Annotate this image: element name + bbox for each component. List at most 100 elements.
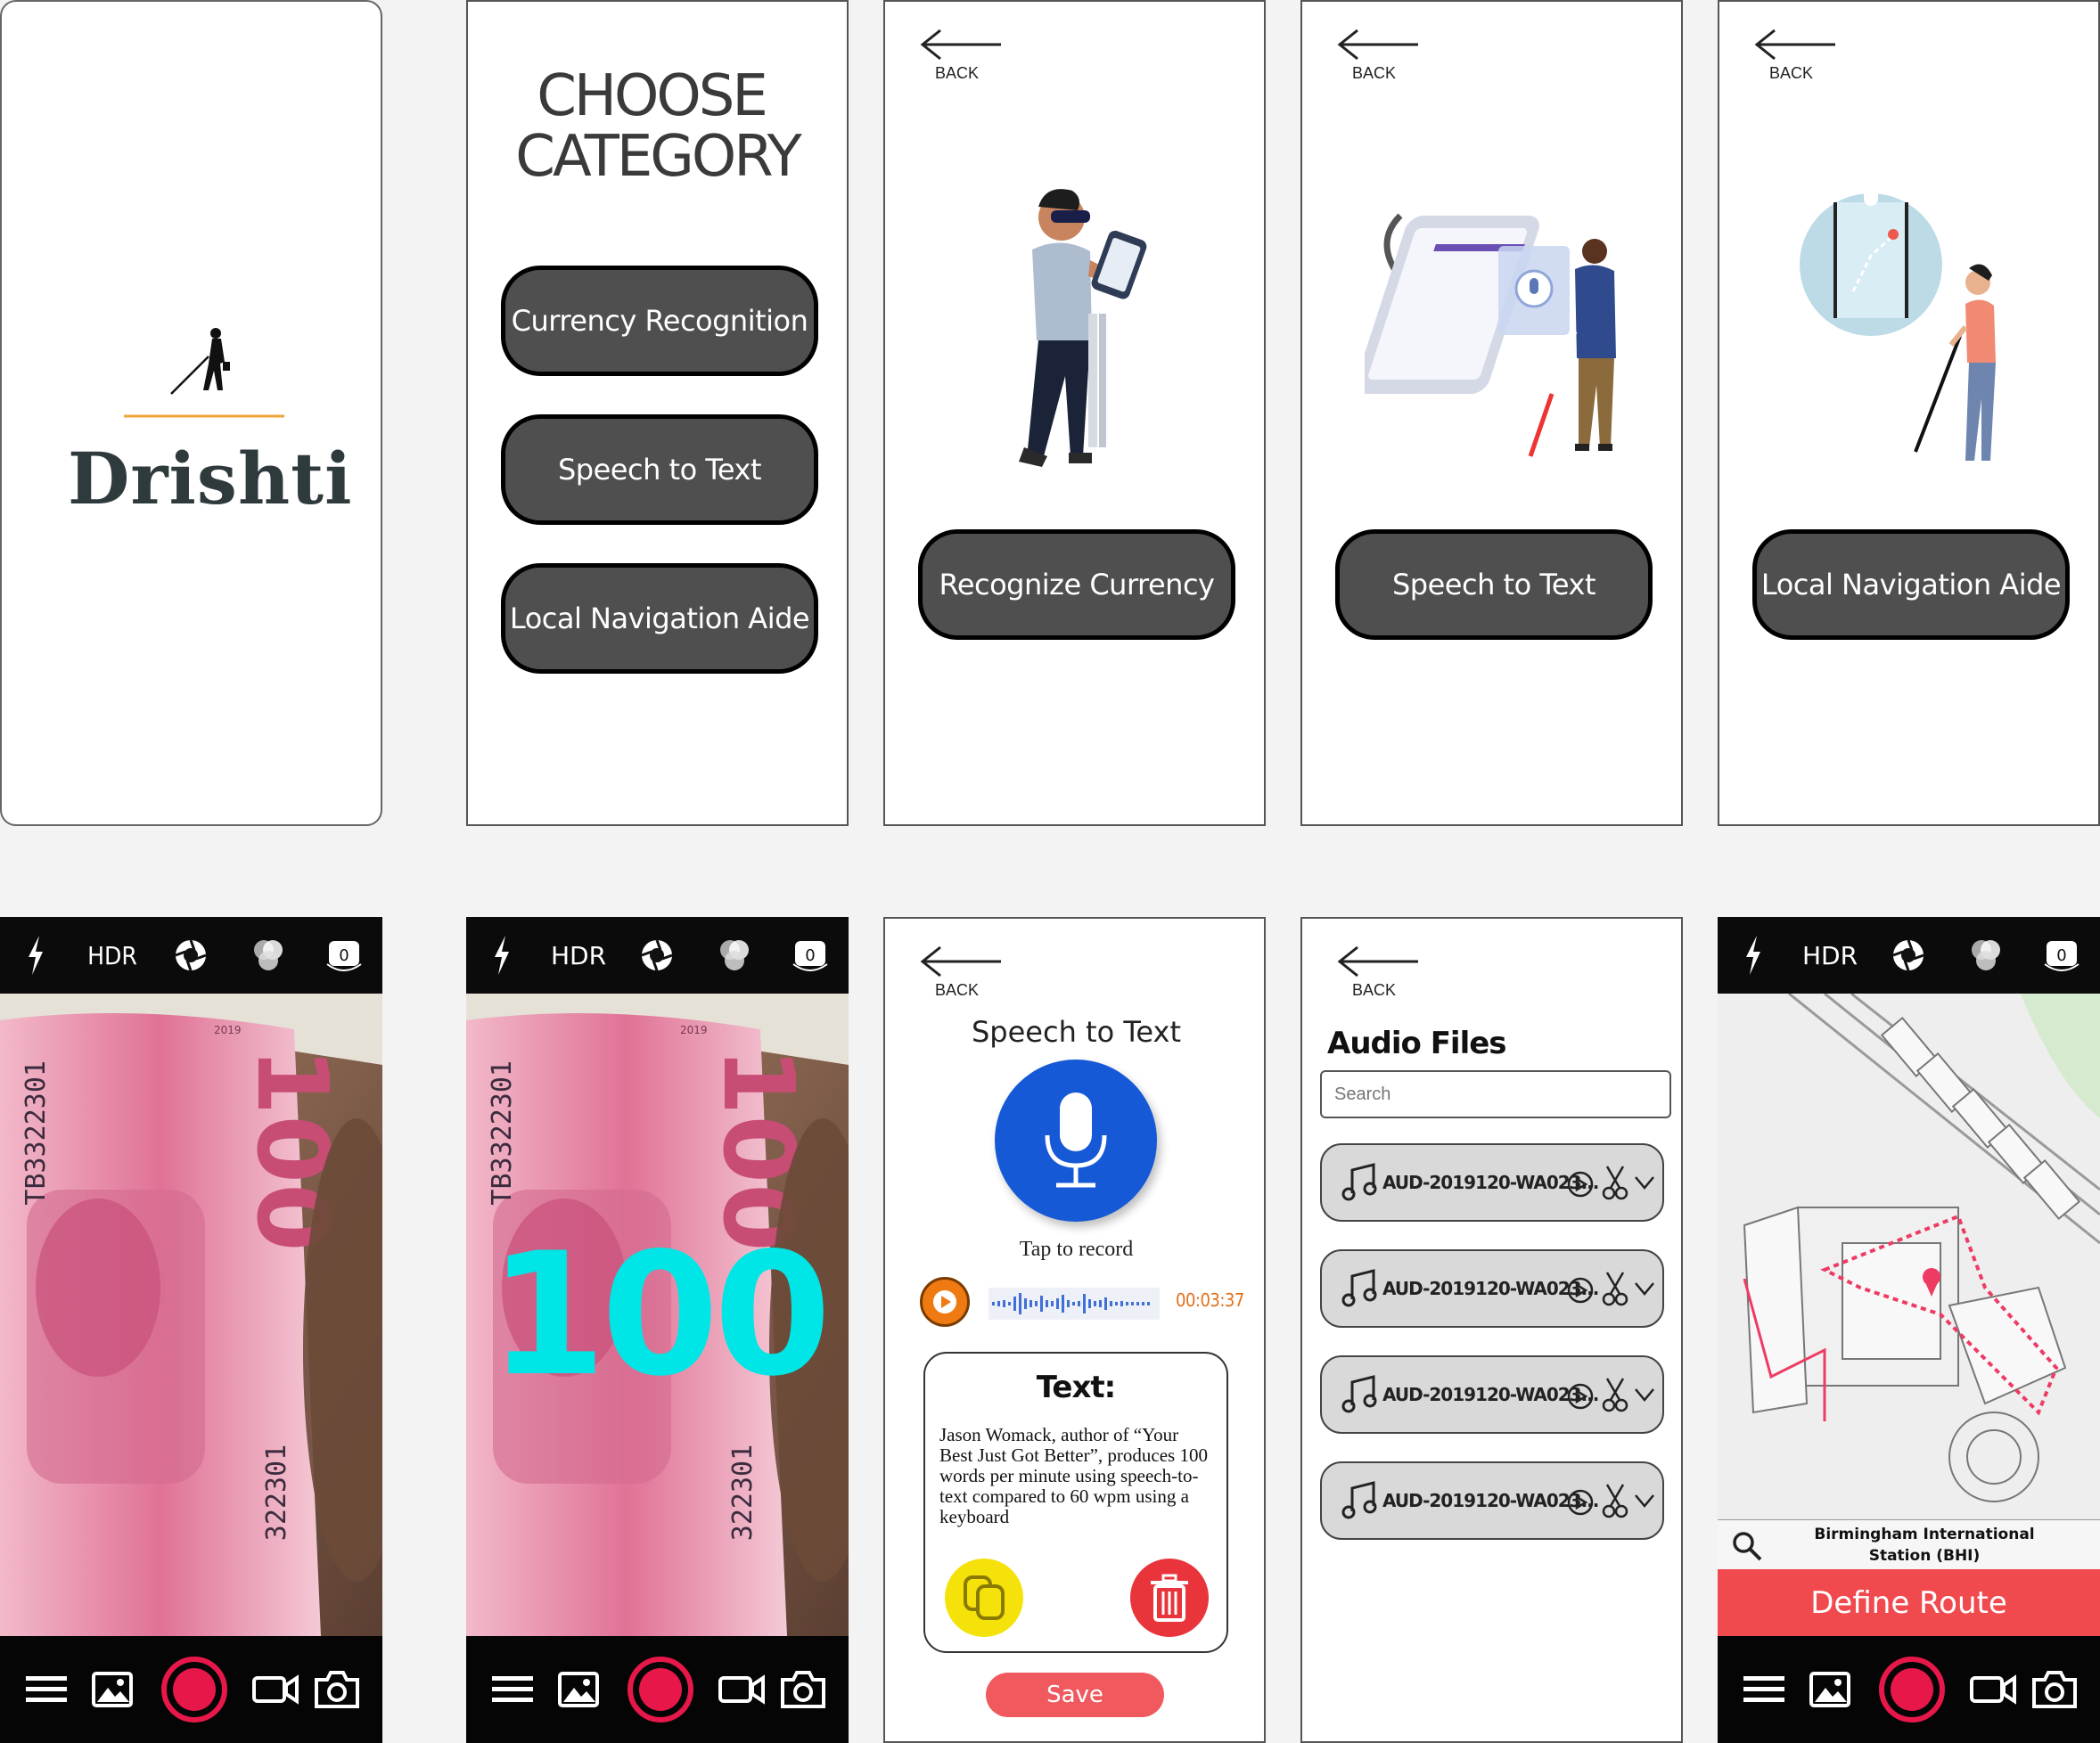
video-icon[interactable] bbox=[251, 1654, 299, 1725]
gallery-icon[interactable] bbox=[1809, 1654, 1851, 1725]
microphone-icon bbox=[1045, 1092, 1107, 1188]
splash-screen: Drishti bbox=[0, 0, 382, 826]
camera-bottom-bar bbox=[466, 1636, 849, 1743]
chevron-down-icon[interactable] bbox=[1634, 1175, 1655, 1190]
record-button[interactable] bbox=[1876, 1654, 1948, 1725]
search-input[interactable] bbox=[1320, 1070, 1671, 1118]
svg-text:0: 0 bbox=[2056, 946, 2066, 965]
play-circle-icon[interactable] bbox=[1566, 1382, 1595, 1411]
navigation-map-screen: HDR 0 Birmingham International Station (… bbox=[1718, 917, 2100, 1743]
flash-icon[interactable] bbox=[1737, 933, 1769, 978]
delete-button[interactable] bbox=[1130, 1559, 1209, 1637]
camera-icon[interactable] bbox=[2030, 1654, 2079, 1725]
timer-camera-icon[interactable]: 0 bbox=[2042, 933, 2081, 978]
play-button[interactable] bbox=[920, 1277, 970, 1327]
currency-camera-screen: HDR 0 100 TB3322301 322301 2019 bbox=[0, 917, 382, 1743]
back-button[interactable]: BACK bbox=[1333, 25, 1422, 87]
audio-file-row[interactable]: AUD-2019120-WA023... bbox=[1320, 1355, 1664, 1434]
aperture-icon[interactable] bbox=[172, 933, 209, 978]
banknote-photo: 100 TB3322301 322301 2019 bbox=[0, 994, 382, 1636]
record-button[interactable] bbox=[159, 1654, 230, 1725]
location-name: Birmingham International Station (BHI) bbox=[1814, 1526, 2035, 1565]
back-label: BACK bbox=[935, 981, 980, 999]
music-note-icon bbox=[1341, 1269, 1377, 1307]
play-circle-icon[interactable] bbox=[1566, 1488, 1595, 1517]
category-screen: CHOOSE CATEGORY Currency Recognition Spe… bbox=[466, 0, 849, 826]
menu-icon[interactable] bbox=[25, 1654, 68, 1725]
audio-file-row[interactable]: AUD-2019120-WA023... bbox=[1320, 1249, 1664, 1328]
back-button[interactable]: BACK bbox=[915, 942, 1005, 1004]
speech-to-text-button[interactable]: Speech to Text bbox=[1335, 529, 1653, 640]
aperture-icon[interactable] bbox=[638, 933, 676, 978]
audio-file-row[interactable]: AUD-2019120-WA023... bbox=[1320, 1143, 1664, 1222]
camera-icon[interactable] bbox=[778, 1654, 828, 1725]
video-icon[interactable] bbox=[1969, 1654, 2017, 1725]
currency-recognition-button[interactable]: Currency Recognition bbox=[501, 266, 818, 376]
filter-icon[interactable] bbox=[716, 933, 753, 978]
blind-person-logo-icon bbox=[124, 328, 284, 418]
recording-time: 00:03:37 bbox=[1176, 1289, 1244, 1311]
gallery-icon[interactable] bbox=[91, 1654, 134, 1725]
scissors-icon[interactable] bbox=[1602, 1483, 1628, 1518]
play-icon bbox=[933, 1290, 956, 1313]
hdr-toggle[interactable]: HDR bbox=[551, 933, 606, 978]
hdr-toggle[interactable]: HDR bbox=[1802, 933, 1858, 978]
menu-icon[interactable] bbox=[1743, 1654, 1785, 1725]
define-route-button[interactable]: Define Route bbox=[1718, 1569, 2100, 1636]
app-logo-text: Drishti bbox=[68, 437, 353, 520]
camera-bottom-bar bbox=[0, 1636, 382, 1743]
hdr-toggle[interactable]: HDR bbox=[86, 933, 139, 978]
banknote-serial-bottom: 322301 bbox=[261, 1444, 292, 1541]
back-label: BACK bbox=[935, 64, 980, 82]
back-button[interactable]: BACK bbox=[1333, 942, 1422, 1004]
flash-icon[interactable] bbox=[20, 933, 52, 978]
back-button[interactable]: BACK bbox=[915, 25, 1005, 87]
recognize-currency-button[interactable]: Recognize Currency bbox=[918, 529, 1235, 640]
record-button[interactable] bbox=[625, 1654, 696, 1725]
trash-icon bbox=[1151, 1574, 1188, 1622]
scissors-icon[interactable] bbox=[1602, 1377, 1628, 1412]
audio-file-row[interactable]: AUD-2019120-WA023... bbox=[1320, 1461, 1664, 1540]
filter-icon[interactable] bbox=[250, 933, 287, 978]
speech-to-text-button[interactable]: Speech to Text bbox=[501, 414, 818, 525]
audio-waveform bbox=[988, 1288, 1160, 1320]
blind-man-with-tablet-illustration bbox=[1019, 189, 1147, 467]
flash-icon[interactable] bbox=[486, 933, 518, 978]
banknote-photo-image: 100 TB3322301 322301 2019 bbox=[0, 994, 382, 1636]
back-arrow-icon bbox=[1337, 29, 1418, 61]
category-title: CHOOSE CATEGORY bbox=[515, 63, 801, 190]
copy-button[interactable] bbox=[945, 1559, 1023, 1637]
music-note-icon bbox=[1341, 1163, 1377, 1201]
chevron-down-icon[interactable] bbox=[1634, 1281, 1655, 1296]
camera-icon[interactable] bbox=[312, 1654, 362, 1725]
camera-toolbar: HDR 0 bbox=[1718, 917, 2100, 994]
recognized-value: 100 bbox=[488, 1216, 832, 1413]
menu-icon[interactable] bbox=[491, 1654, 534, 1725]
microphone-button[interactable] bbox=[995, 1060, 1157, 1222]
music-note-icon bbox=[1341, 1481, 1377, 1519]
banknote-serial: TB3322301 bbox=[487, 1060, 518, 1206]
scissors-icon[interactable] bbox=[1602, 1271, 1628, 1306]
location-search-bar[interactable]: Birmingham International Station (BHI) bbox=[1718, 1519, 2100, 1570]
timer-camera-icon[interactable]: 0 bbox=[324, 933, 364, 978]
play-circle-icon[interactable] bbox=[1566, 1276, 1595, 1305]
chevron-down-icon[interactable] bbox=[1634, 1387, 1655, 1402]
transcript-heading: Text: bbox=[1036, 1370, 1117, 1405]
chevron-down-icon[interactable] bbox=[1634, 1493, 1655, 1508]
station-map[interactable] bbox=[1718, 994, 2100, 1519]
local-navigation-aide-button[interactable]: Local Navigation Aide bbox=[1752, 529, 2070, 640]
video-icon[interactable] bbox=[718, 1654, 766, 1725]
back-label: BACK bbox=[1352, 981, 1397, 999]
save-button[interactable]: Save bbox=[986, 1673, 1164, 1717]
scissors-icon[interactable] bbox=[1602, 1165, 1628, 1200]
search-icon bbox=[1733, 1532, 1762, 1561]
banknote-serial-bottom: 322301 bbox=[727, 1444, 759, 1541]
back-button[interactable]: BACK bbox=[1750, 25, 1839, 87]
aperture-icon[interactable] bbox=[1890, 933, 1927, 978]
timer-camera-icon[interactable]: 0 bbox=[791, 933, 830, 978]
camera-toolbar: HDR 0 bbox=[466, 917, 849, 994]
gallery-icon[interactable] bbox=[557, 1654, 600, 1725]
local-navigation-aide-button[interactable]: Local Navigation Aide bbox=[501, 563, 818, 674]
filter-icon[interactable] bbox=[1967, 933, 2005, 978]
play-circle-icon[interactable] bbox=[1566, 1170, 1595, 1199]
